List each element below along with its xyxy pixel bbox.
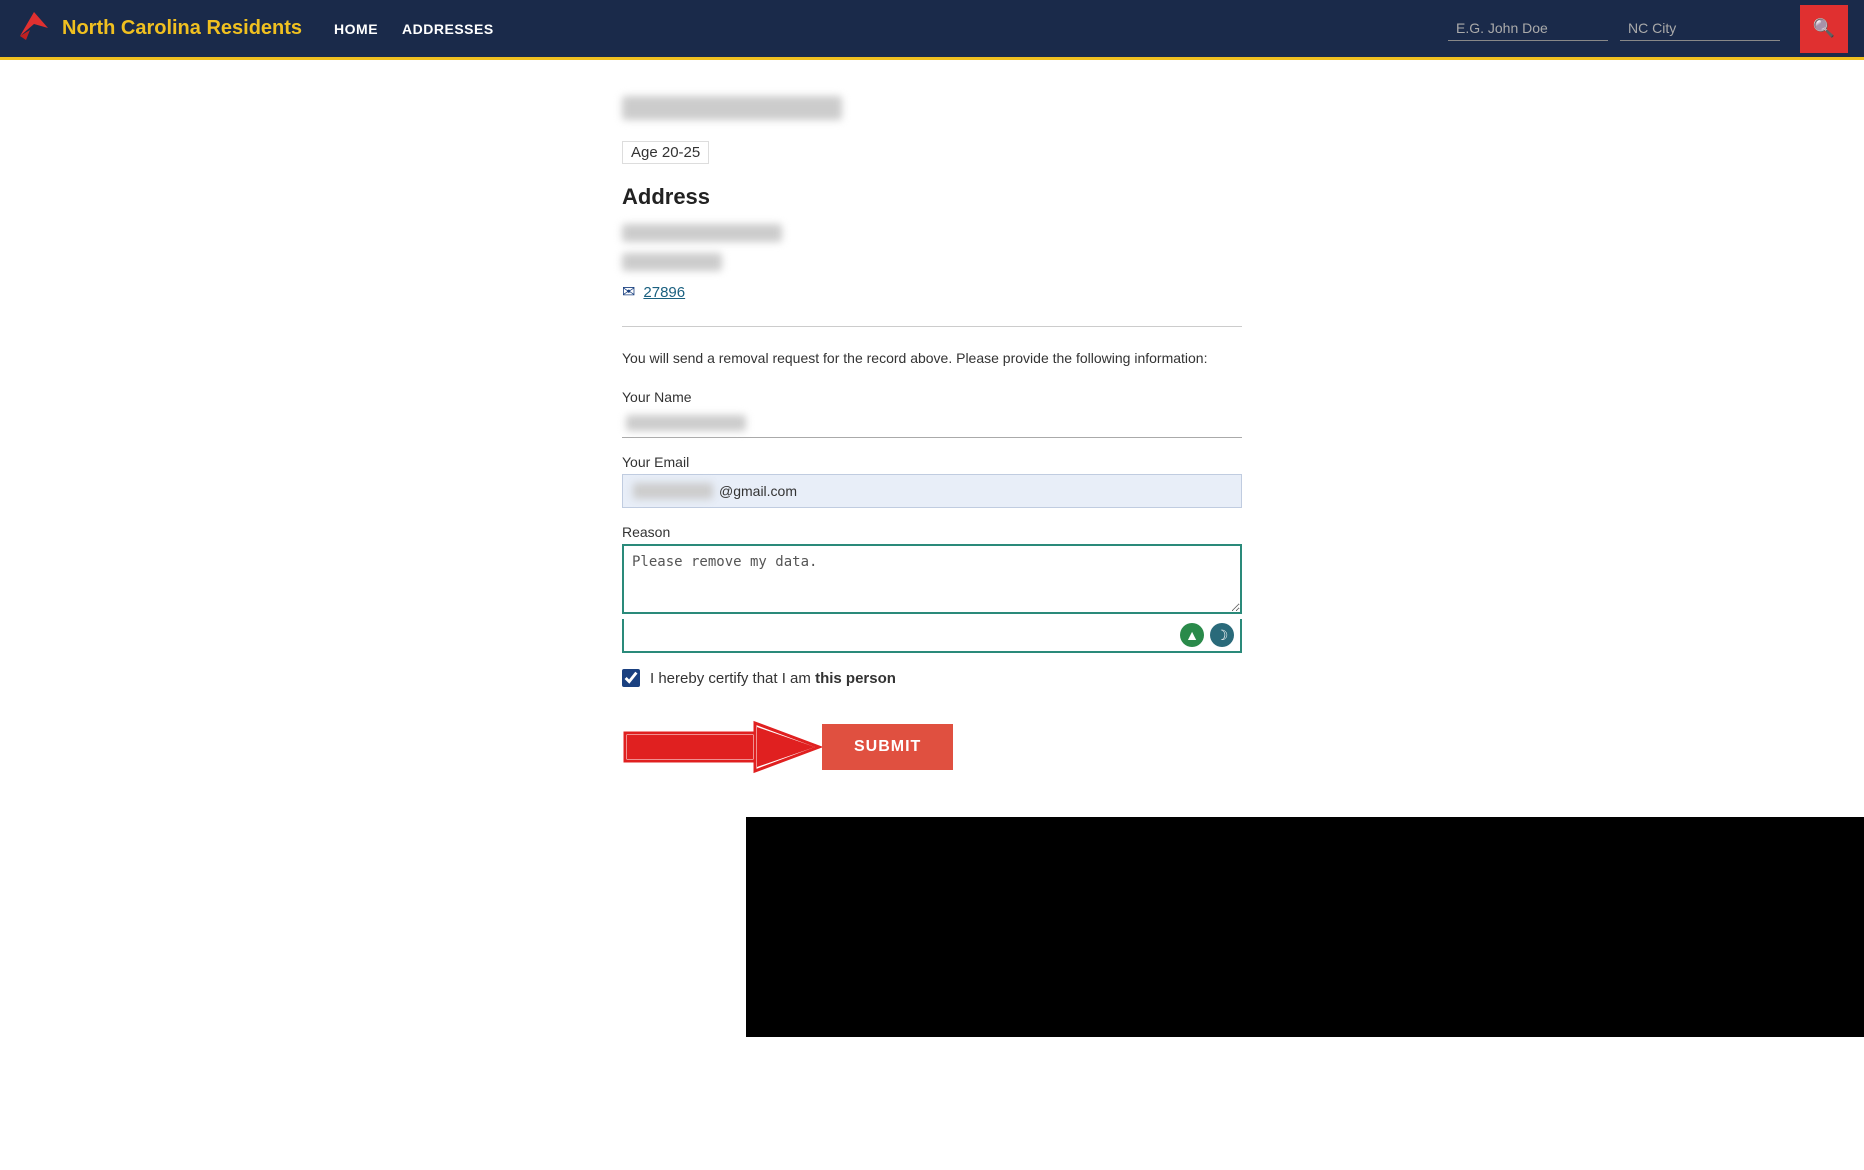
your-name-value-blurred bbox=[626, 415, 746, 431]
certify-label: I hereby certify that I am this person bbox=[650, 670, 896, 687]
age-range: Age 20-25 bbox=[622, 141, 709, 164]
reason-textarea[interactable]: Please remove my data. bbox=[622, 544, 1242, 614]
main-content: Age 20-25 Address ✉ 27896 You will send … bbox=[582, 60, 1282, 777]
removal-info-text: You will send a removal request for the … bbox=[622, 347, 1242, 369]
certify-row: I hereby certify that I am this person bbox=[622, 669, 1242, 687]
address-title: Address bbox=[622, 184, 1242, 210]
mail-icon: ✉ bbox=[622, 282, 635, 302]
arrow-graphic bbox=[622, 717, 822, 777]
navbar: North Carolina Residents HOME ADDRESSES … bbox=[0, 0, 1864, 60]
logo-icon bbox=[16, 8, 52, 49]
email-prefix-blurred bbox=[633, 483, 713, 499]
your-name-field-wrap bbox=[622, 409, 1242, 438]
certify-checkbox[interactable] bbox=[622, 669, 640, 687]
navbar-brand[interactable]: North Carolina Residents bbox=[16, 8, 302, 49]
person-name-blurred bbox=[622, 96, 1242, 133]
nav-home[interactable]: HOME bbox=[334, 21, 378, 37]
submit-button[interactable]: SUBMIT bbox=[822, 724, 953, 770]
section-divider bbox=[622, 326, 1242, 327]
navbar-nav: HOME ADDRESSES bbox=[334, 21, 494, 37]
address-line-1 bbox=[622, 224, 1242, 247]
search-icon: 🔍 bbox=[1813, 18, 1835, 39]
bottom-right-black bbox=[746, 817, 1864, 1037]
email-suffix: @gmail.com bbox=[719, 483, 797, 499]
textarea-ctrl-up[interactable]: ▲ bbox=[1180, 623, 1204, 647]
navbar-title: North Carolina Residents bbox=[62, 17, 302, 40]
textarea-ctrl-moon[interactable]: ☽ bbox=[1210, 623, 1234, 647]
arrow-svg bbox=[622, 717, 822, 777]
nav-addresses[interactable]: ADDRESSES bbox=[402, 21, 494, 37]
submit-row: SUBMIT bbox=[622, 717, 1242, 777]
reason-label: Reason bbox=[622, 524, 1242, 540]
your-email-label: Your Email bbox=[622, 454, 1242, 470]
textarea-controls: ▲ ☽ bbox=[622, 619, 1242, 653]
zip-code[interactable]: 27896 bbox=[643, 284, 685, 301]
search-name-input[interactable] bbox=[1448, 16, 1608, 41]
email-field-wrap[interactable]: @gmail.com bbox=[622, 474, 1242, 508]
your-name-label: Your Name bbox=[622, 389, 1242, 405]
search-city-input[interactable] bbox=[1620, 16, 1780, 41]
navbar-inputs: 🔍 bbox=[1448, 5, 1848, 53]
zip-line: ✉ 27896 bbox=[622, 282, 1242, 302]
bottom-area bbox=[0, 817, 1864, 1037]
search-button[interactable]: 🔍 bbox=[1800, 5, 1848, 53]
bottom-left-white bbox=[0, 817, 746, 1037]
address-line-2 bbox=[622, 253, 1242, 276]
